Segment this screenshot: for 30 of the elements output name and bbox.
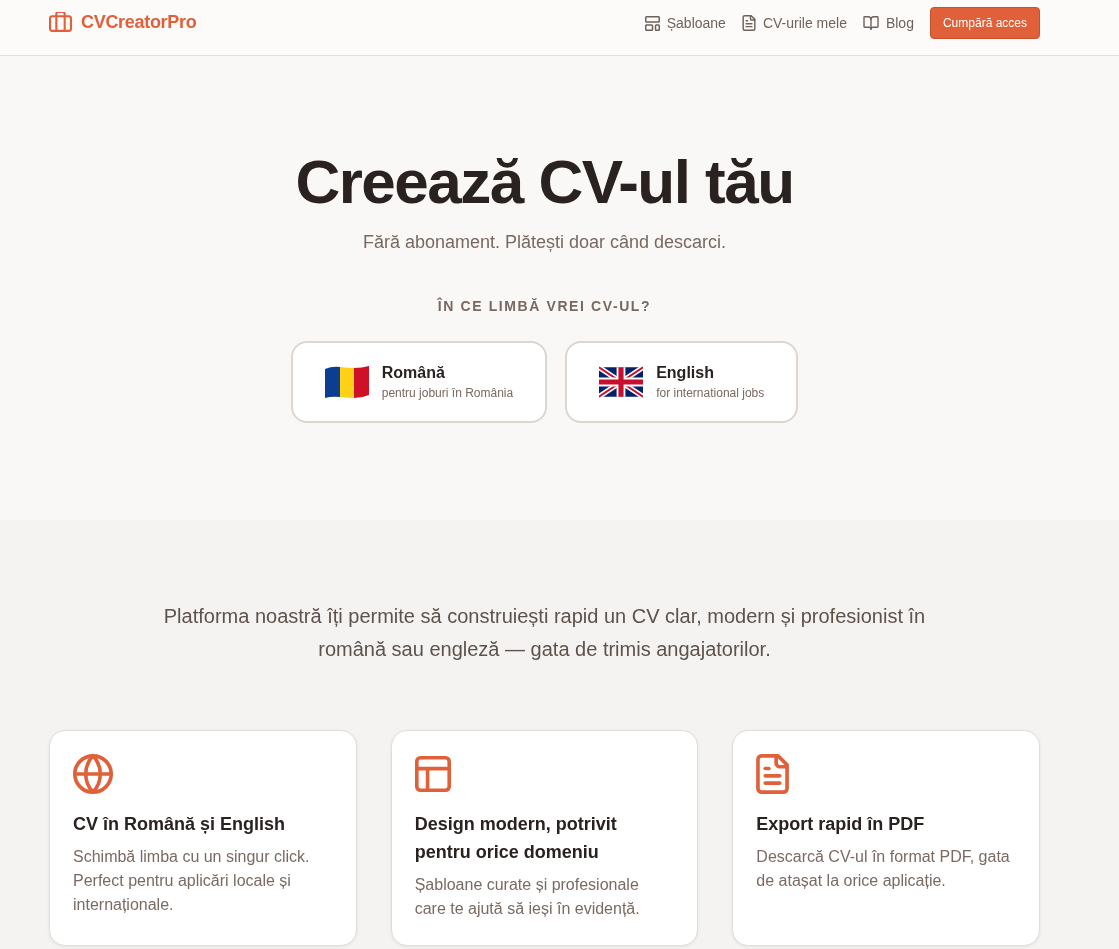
romania-flag-icon bbox=[324, 365, 369, 399]
nav-link[interactable]: Blog bbox=[862, 7, 914, 39]
intro-text: Platforma noastră îți permite să construiești rapid un CV clar, modern și profesionist în română sau engleză — gata de trimis angajatorilor. bbox=[162, 604, 927, 662]
language-card[interactable]: English for international jobs bbox=[565, 341, 799, 423]
nav-link[interactable]: Șabloane bbox=[644, 7, 726, 39]
feature-description: Schimbă limba cu un singur click. Perfect pentru aplicări locale și internaționale. bbox=[73, 847, 311, 915]
template-icon bbox=[644, 15, 660, 31]
language-name: Română bbox=[381, 363, 446, 383]
language-description: for international jobs bbox=[656, 385, 765, 401]
feature-title: CV în Română și English bbox=[73, 813, 287, 836]
brand-name: CVCreatorPro bbox=[81, 12, 197, 33]
book-icon bbox=[862, 16, 879, 30]
language-name: English bbox=[656, 363, 715, 383]
feature-title: Design modern, potrivit pentru orice domeniu bbox=[414, 813, 618, 864]
globe-icon bbox=[73, 754, 113, 794]
language-question: ÎN CE LIMBĂ VREI CV-UL? bbox=[437, 296, 652, 316]
hero-subtitle: Fără abonament. Plătești doar când descarci. bbox=[362, 231, 727, 254]
document-icon bbox=[756, 754, 790, 794]
uk-flag-icon bbox=[599, 366, 644, 398]
buy-access-button[interactable]: Cumpără acces bbox=[929, 7, 1040, 39]
feature-description: Șabloane curate și profesionale care te ajută să ieși în evidență. bbox=[414, 875, 641, 919]
document-icon bbox=[741, 15, 756, 31]
feature-description: Descarcă CV-ul în format PDF, gata de atașat la orice aplicație. bbox=[756, 847, 1011, 891]
layout-icon bbox=[414, 756, 451, 792]
feature-title: Export rapid în PDF bbox=[756, 813, 926, 836]
language-card[interactable]: Română pentru joburi în România bbox=[290, 341, 548, 423]
hero-title: Creează CV-ul tău bbox=[295, 149, 794, 215]
nav-link[interactable]: CV-urile mele bbox=[741, 7, 847, 39]
language-description: pentru joburi în România bbox=[381, 385, 514, 401]
briefcase-icon bbox=[49, 12, 72, 33]
